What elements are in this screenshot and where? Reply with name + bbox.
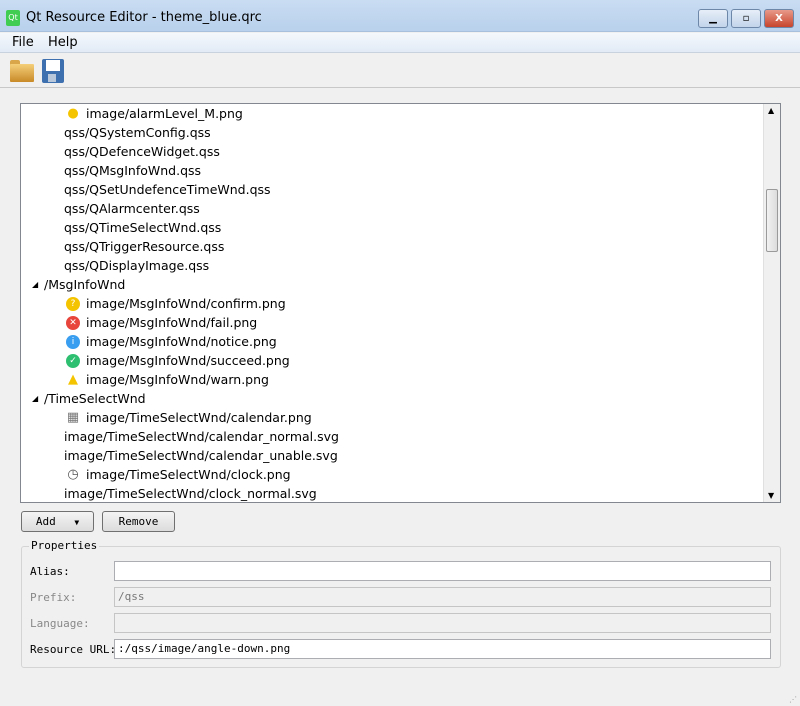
notice-icon: i [66,335,80,349]
dot-icon: ● [67,106,79,121]
tree-item[interactable]: qss/QDefenceWidget.qss [64,142,220,161]
add-label: Add [35,515,56,528]
resize-grip-icon[interactable]: ⋰ [789,695,797,704]
menu-bar: File Help [0,33,800,53]
tree-item[interactable]: ● image/alarmLevel_M.png [67,104,243,123]
tree-item-label: qss/QTimeSelectWnd.qss [64,220,222,235]
minimize-button[interactable]: ▁ [698,9,728,28]
calendar-icon: ▦ [66,410,80,425]
prefix-label: Prefix: [30,591,77,604]
tree-item[interactable]: qss/QDisplayImage.qss [64,256,209,275]
tree-item[interactable]: ▦ image/TimeSelectWnd/calendar.png [67,408,312,427]
tree-item-label: qss/QAlarmcenter.qss [64,201,200,216]
scroll-down-arrow-icon[interactable]: ▼ [768,491,774,500]
alias-label: Alias: [30,565,70,578]
succeed-icon: ✓ [66,354,80,368]
resource-url-label: Resource URL: [30,643,117,656]
folder-open-icon[interactable] [10,60,34,82]
tree-item[interactable]: image/TimeSelectWnd/calendar_normal.svg [64,427,339,446]
dropdown-arrow-icon: ▼ [74,518,80,527]
tree-item[interactable]: ◷ image/TimeSelectWnd/clock.png [67,465,291,484]
tree-item[interactable]: qss/QTriggerResource.qss [64,237,224,256]
expand-arrow-icon[interactable]: ◢ [32,275,38,294]
tree-item[interactable]: qss/QAlarmcenter.qss [64,199,200,218]
tree-item-label: image/MsgInfoWnd/fail.png [86,315,258,330]
tree-item[interactable]: i image/MsgInfoWnd/notice.png [66,332,277,351]
tree-item-label: image/TimeSelectWnd/clock.png [86,467,291,482]
tree-item-label: qss/QSetUndefenceTimeWnd.qss [64,182,271,197]
tree-item-label: qss/QDefenceWidget.qss [64,144,220,159]
title-bar: Qt Qt Resource Editor - theme_blue.qrc ▁… [0,0,800,32]
language-input [114,613,771,633]
toolbar [0,54,800,88]
tree-item-label: qss/QDisplayImage.qss [64,258,210,273]
tree-item-label: image/MsgInfoWnd/confirm.png [86,296,286,311]
expand-arrow-icon[interactable]: ◢ [32,389,38,408]
clock-icon: ◷ [67,467,79,482]
floppy-save-icon[interactable] [42,59,64,83]
tree-item-label: qss/QMsgInfoWnd.qss [64,163,202,178]
window-title: Qt Resource Editor - theme_blue.qrc [26,10,262,25]
tree-item[interactable]: ✕ image/MsgInfoWnd/fail.png [66,313,258,332]
menu-help[interactable]: Help [48,35,78,50]
tree-item-label: image/alarmLevel_M.png [86,106,243,121]
fail-icon: ✕ [66,316,80,330]
tree-item[interactable]: image/TimeSelectWnd/calendar_unable.svg [64,446,338,465]
tree-item-label: image/TimeSelectWnd/calendar_normal.svg [64,429,339,444]
tree-item-label: qss/QTriggerResource.qss [64,239,225,254]
alias-input[interactable] [114,561,771,581]
tree-item-label: image/MsgInfoWnd/succeed.png [86,353,290,368]
warn-icon: ▲ [68,372,78,387]
tree-item[interactable]: image/TimeSelectWnd/clock_normal.svg [64,484,317,502]
confirm-icon: ? [66,297,80,311]
tree-item-label: /TimeSelectWnd [44,391,146,406]
vertical-scrollbar[interactable]: ▲ ▼ [763,104,780,502]
tree-group[interactable]: ◢ /MsgInfoWnd [32,275,126,294]
resource-tree[interactable]: ▲ ▼ ● image/alarmLevel_M.png qss/QSystemCo… [20,103,781,503]
remove-button[interactable]: Remove [102,511,175,532]
maximize-button[interactable]: ▫ [731,9,761,28]
tree-item-label: image/TimeSelectWnd/clock_normal.svg [64,486,317,501]
properties-title: Properties [29,539,100,552]
tree-group[interactable]: ◢ /TimeSelectWnd [32,389,146,408]
tree-item[interactable]: ? image/MsgInfoWnd/confirm.png [66,294,286,313]
language-label: Language: [30,617,90,630]
scroll-up-arrow-icon[interactable]: ▲ [768,106,774,115]
tree-item-label: image/TimeSelectWnd/calendar_unable.svg [64,448,338,463]
tree-item[interactable]: ✓ image/MsgInfoWnd/succeed.png [66,351,290,370]
scrollbar-thumb[interactable] [766,189,778,252]
close-button[interactable]: X [764,9,794,28]
add-dropdown-button[interactable]: Add ▼ [21,511,94,532]
menu-file[interactable]: File [12,35,34,50]
tree-item-label: /MsgInfoWnd [44,277,126,292]
tree-item[interactable]: ▲ image/MsgInfoWnd/warn.png [68,370,269,389]
tree-item-label: image/MsgInfoWnd/notice.png [86,334,277,349]
resource-url-input[interactable]: :/qss/image/angle-down.png [114,639,771,659]
tree-item[interactable]: qss/QSystemConfig.qss [64,123,211,142]
prefix-input: /qss [114,587,771,607]
tree-item-label: image/MsgInfoWnd/warn.png [86,372,269,387]
qt-logo-icon: Qt [6,10,20,26]
tree-item[interactable]: qss/QSetUndefenceTimeWnd.qss [64,180,271,199]
tree-item-label: qss/QSystemConfig.qss [64,125,211,140]
tree-item-label: image/TimeSelectWnd/calendar.png [86,410,312,425]
tree-item[interactable]: qss/QMsgInfoWnd.qss [64,161,201,180]
tree-item[interactable]: qss/QTimeSelectWnd.qss [64,218,221,237]
